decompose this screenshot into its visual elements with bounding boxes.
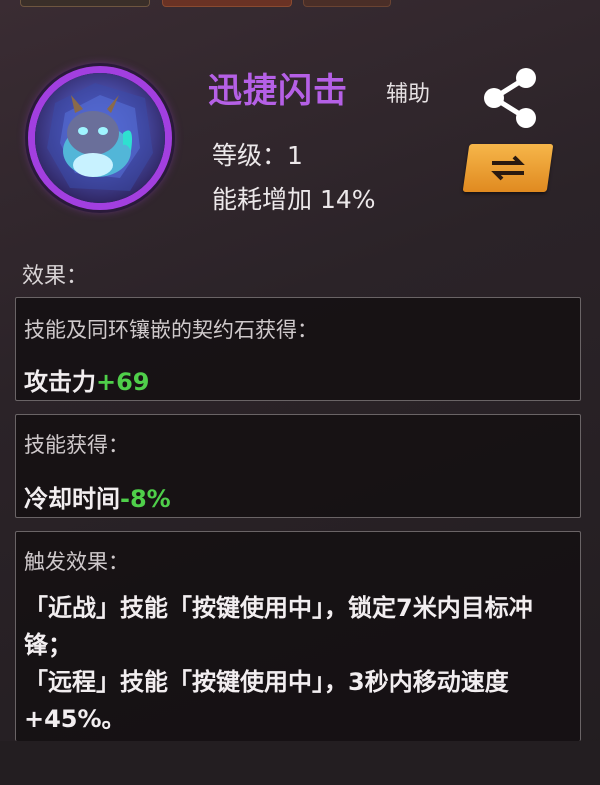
share-button[interactable] <box>480 66 542 130</box>
stat-value: +69 <box>96 368 150 396</box>
top-tab-strip <box>0 0 600 8</box>
dragon-portrait-icon <box>35 73 165 203</box>
effect-panel-trigger[interactable]: 触发效果： 「近战」技能「按键使用中」，锁定7米内目标冲锋； 「远程」技能「按键… <box>15 531 581 741</box>
effects-label: 效果： <box>22 264 89 289</box>
trigger-line-ranged: 「远程」技能「按键使用中」，3秒内移动速度+45%。 <box>24 668 509 733</box>
swap-arrows-icon <box>491 155 525 181</box>
top-tab-2[interactable] <box>162 0 292 7</box>
panel-title: 触发效果： <box>24 550 129 574</box>
panel-stat: 冷却时间-8% <box>24 479 171 514</box>
skill-level: 等级：1 <box>212 141 303 170</box>
top-tab-3[interactable] <box>303 0 391 7</box>
share-icon <box>484 68 536 128</box>
stat-label: 冷却时间 <box>24 485 120 513</box>
top-tab-1[interactable] <box>20 0 150 7</box>
bottom-edge <box>0 741 600 785</box>
energy-cost: 能耗增加 14% <box>212 185 376 214</box>
panel-title: 技能获得： <box>24 433 129 457</box>
stat-label: 攻击力 <box>24 368 96 396</box>
skill-portrait <box>28 66 172 210</box>
stat-value: -8% <box>120 485 171 513</box>
skill-name: 迅捷闪击 <box>208 71 348 111</box>
swap-button[interactable] <box>462 144 554 192</box>
panel-title: 技能及同环镶嵌的契约石获得： <box>24 318 318 342</box>
panel-stat: 攻击力+69 <box>24 362 150 397</box>
trigger-description: 「近战」技能「按键使用中」，锁定7米内目标冲锋； 「远程」技能「按键使用中」，3… <box>24 590 572 738</box>
effect-panel-contract-stone: 技能及同环镶嵌的契约石获得： 攻击力+69 <box>15 297 581 401</box>
skill-type: 辅助 <box>386 82 431 107</box>
effect-panel-skill: 技能获得： 冷却时间-8% <box>15 414 581 518</box>
trigger-line-melee: 「近战」技能「按键使用中」，锁定7米内目标冲锋； <box>24 594 533 659</box>
